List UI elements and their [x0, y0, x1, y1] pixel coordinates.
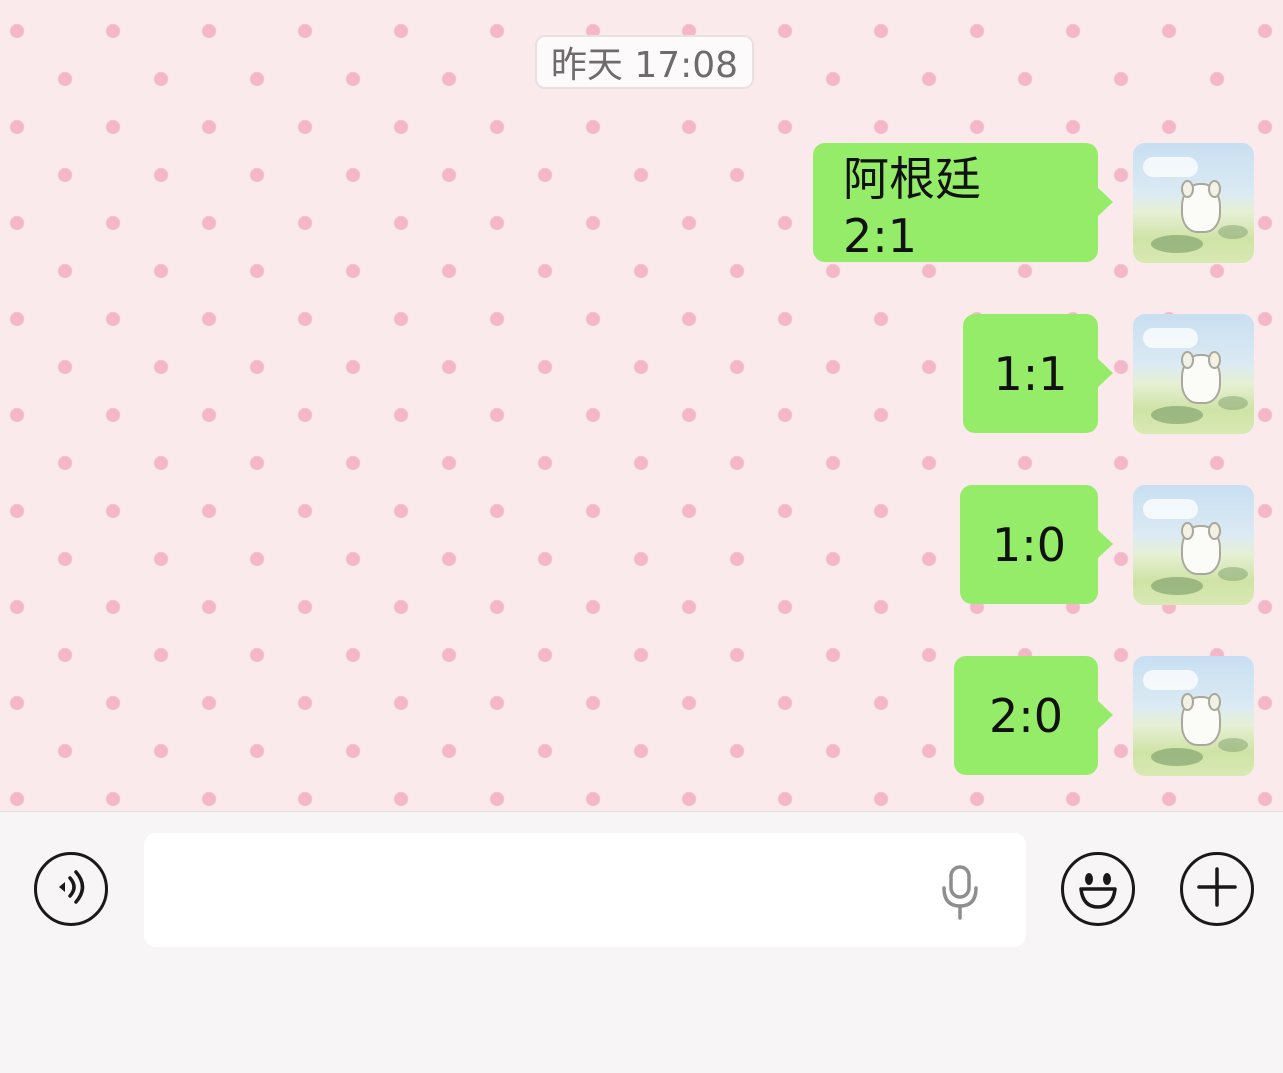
voice-toggle-button[interactable] [34, 852, 108, 926]
emoji-icon [1068, 857, 1128, 921]
avatar[interactable] [1133, 656, 1254, 776]
message-bubble[interactable]: 2:0 [954, 656, 1113, 775]
timestamp-label: 昨天 17:08 [535, 35, 754, 89]
message-bubble[interactable]: 1:1 [963, 314, 1113, 433]
emoji-button[interactable] [1061, 852, 1135, 926]
input-bar [0, 811, 1283, 1073]
avatar[interactable] [1133, 314, 1254, 434]
voice-toggle-icon [49, 865, 93, 913]
message-bubble[interactable]: 1:0 [960, 485, 1113, 604]
message-input[interactable] [144, 833, 1026, 947]
chat-area[interactable]: 昨天 17:08 阿根廷 2:1 1:1 1:0 2:0 [0, 0, 1283, 811]
avatar[interactable] [1133, 143, 1254, 263]
more-button[interactable] [1180, 852, 1254, 926]
plus-icon [1195, 865, 1239, 913]
microphone-icon[interactable] [936, 864, 984, 924]
message-bubble[interactable]: 阿根廷 2:1 [813, 143, 1113, 263]
avatar[interactable] [1133, 485, 1254, 605]
